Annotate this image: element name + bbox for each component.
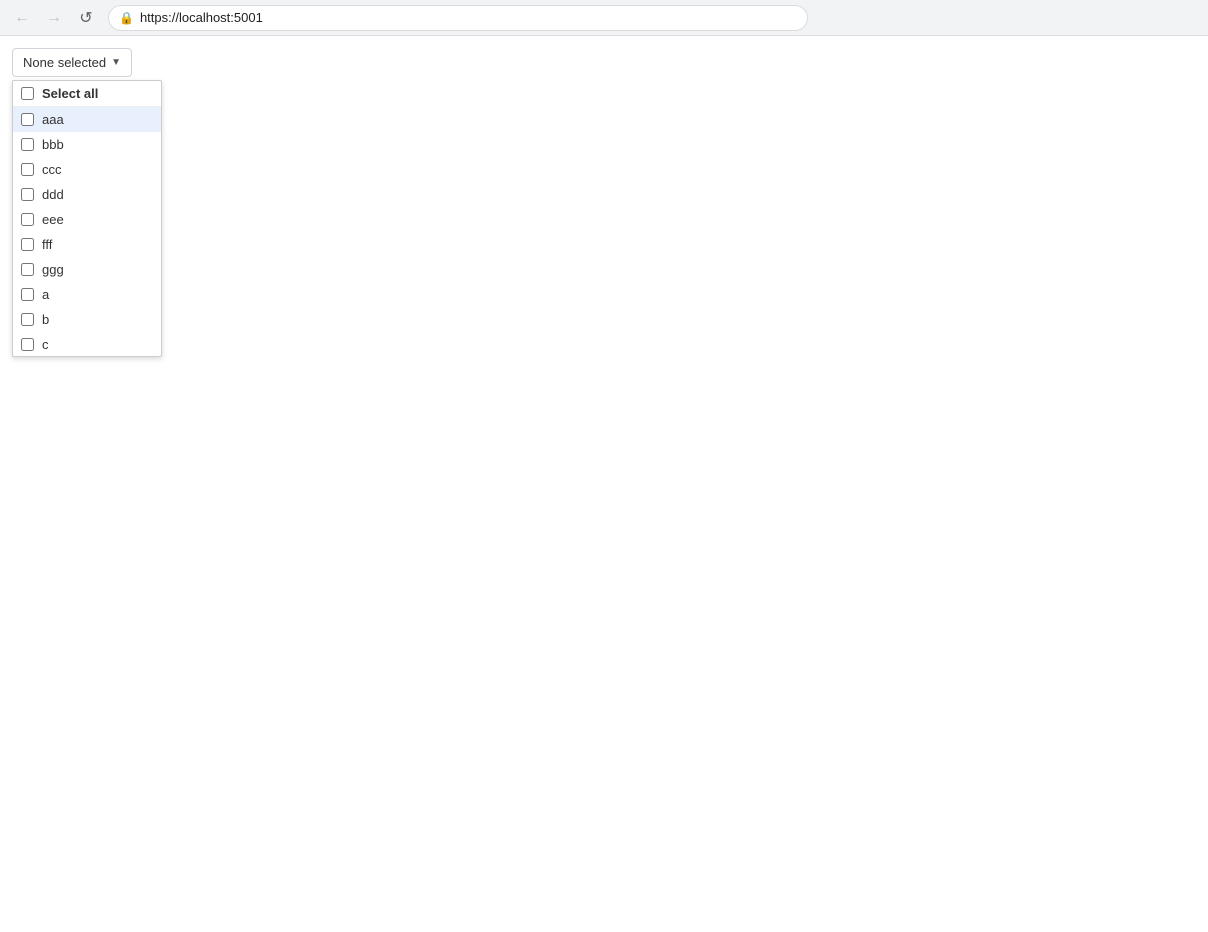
item-label-b[interactable]: b xyxy=(42,312,49,327)
select-all-checkbox[interactable] xyxy=(21,87,34,100)
page-content: None selected ▼ Select all aaabbbcccddde… xyxy=(0,36,1208,89)
dropdown-scroll-area[interactable]: Select all aaa bbb ccc ddd eee fff ggg abc xyxy=(13,81,161,356)
list-item[interactable]: b xyxy=(13,307,161,332)
list-item[interactable]: bbb xyxy=(13,132,161,157)
forward-icon: → xyxy=(46,9,62,27)
item-checkbox-ddd[interactable] xyxy=(21,188,34,201)
list-item[interactable]: eee xyxy=(13,207,161,232)
address-bar[interactable]: 🔒 https://localhost:5001 xyxy=(108,5,808,31)
item-label-a[interactable]: a xyxy=(42,287,49,302)
item-label-aaa[interactable]: aaa xyxy=(42,112,64,127)
list-item[interactable]: ddd xyxy=(13,182,161,207)
nav-buttons: ← → ↺ xyxy=(8,4,100,32)
list-item[interactable]: c xyxy=(13,332,161,356)
item-checkbox-ccc[interactable] xyxy=(21,163,34,176)
forward-button[interactable]: → xyxy=(40,4,68,32)
reload-button[interactable]: ↺ xyxy=(72,4,100,32)
item-label-eee[interactable]: eee xyxy=(42,212,64,227)
item-label-bbb[interactable]: bbb xyxy=(42,137,64,152)
select-all-label[interactable]: Select all xyxy=(42,86,98,101)
item-checkbox-c[interactable] xyxy=(21,338,34,351)
item-label-ddd[interactable]: ddd xyxy=(42,187,64,202)
item-label-ggg[interactable]: ggg xyxy=(42,262,64,277)
url-text: https://localhost:5001 xyxy=(140,10,263,25)
item-checkbox-bbb[interactable] xyxy=(21,138,34,151)
items-container: aaa bbb ccc ddd eee fff ggg abc xyxy=(13,107,161,356)
item-label-fff[interactable]: fff xyxy=(42,237,52,252)
item-label-ccc[interactable]: ccc xyxy=(42,162,62,177)
chevron-down-icon: ▼ xyxy=(111,57,121,68)
browser-chrome: ← → ↺ 🔒 https://localhost:5001 xyxy=(0,0,1208,36)
item-checkbox-a[interactable] xyxy=(21,288,34,301)
multiselect-dropdown-button[interactable]: None selected ▼ xyxy=(12,48,132,77)
dropdown-label: None selected xyxy=(23,55,106,70)
list-item[interactable]: aaa xyxy=(13,107,161,132)
item-checkbox-b[interactable] xyxy=(21,313,34,326)
back-icon: ← xyxy=(14,9,30,27)
list-item[interactable]: fff xyxy=(13,232,161,257)
item-checkbox-fff[interactable] xyxy=(21,238,34,251)
list-item[interactable]: a xyxy=(13,282,161,307)
list-item[interactable]: ggg xyxy=(13,257,161,282)
reload-icon: ↺ xyxy=(79,8,92,28)
dropdown-panel: Select all aaa bbb ccc ddd eee fff ggg abc xyxy=(12,80,162,357)
back-button[interactable]: ← xyxy=(8,4,36,32)
lock-icon: 🔒 xyxy=(119,11,134,25)
item-label-c[interactable]: c xyxy=(42,337,49,352)
item-checkbox-eee[interactable] xyxy=(21,213,34,226)
item-checkbox-aaa[interactable] xyxy=(21,113,34,126)
list-item[interactable]: ccc xyxy=(13,157,161,182)
item-checkbox-ggg[interactable] xyxy=(21,263,34,276)
select-all-item[interactable]: Select all xyxy=(13,81,161,107)
